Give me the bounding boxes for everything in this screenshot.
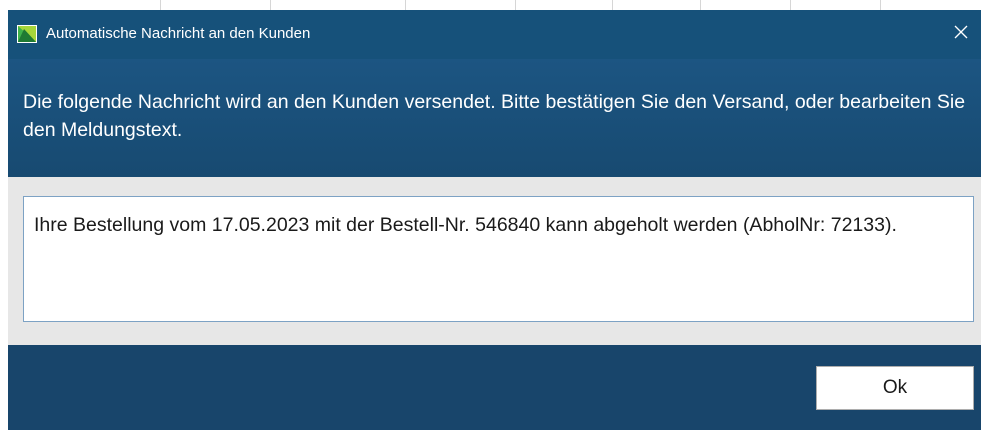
background-divider: [515, 0, 516, 10]
close-icon: [953, 24, 969, 45]
title-bar[interactable]: Automatische Nachricht an den Kunden: [8, 10, 981, 59]
message-area: Ihre Bestellung vom 17.05.2023 mit der B…: [8, 177, 981, 345]
background-divider: [880, 0, 881, 10]
background-divider: [160, 0, 161, 10]
background-divider: [790, 0, 791, 10]
background-divider: [612, 0, 613, 10]
instruction-text: Die folgende Nachricht wird an den Kunde…: [23, 91, 966, 141]
background-divider: [700, 0, 701, 10]
message-textarea[interactable]: Ihre Bestellung vom 17.05.2023 mit der B…: [23, 196, 974, 322]
app-logo-icon: [17, 25, 37, 43]
instruction-header: Die folgende Nachricht wird an den Kunde…: [8, 59, 981, 177]
ok-button[interactable]: Ok: [816, 366, 974, 410]
background-divider: [270, 0, 271, 10]
background-window-strip: [0, 0, 981, 10]
dialog-window: Automatische Nachricht an den Kunden Die…: [0, 0, 981, 430]
background-divider: [405, 0, 406, 10]
button-bar: Ok: [8, 345, 981, 430]
window-title: Automatische Nachricht an den Kunden: [46, 25, 311, 42]
close-button[interactable]: [941, 10, 981, 59]
